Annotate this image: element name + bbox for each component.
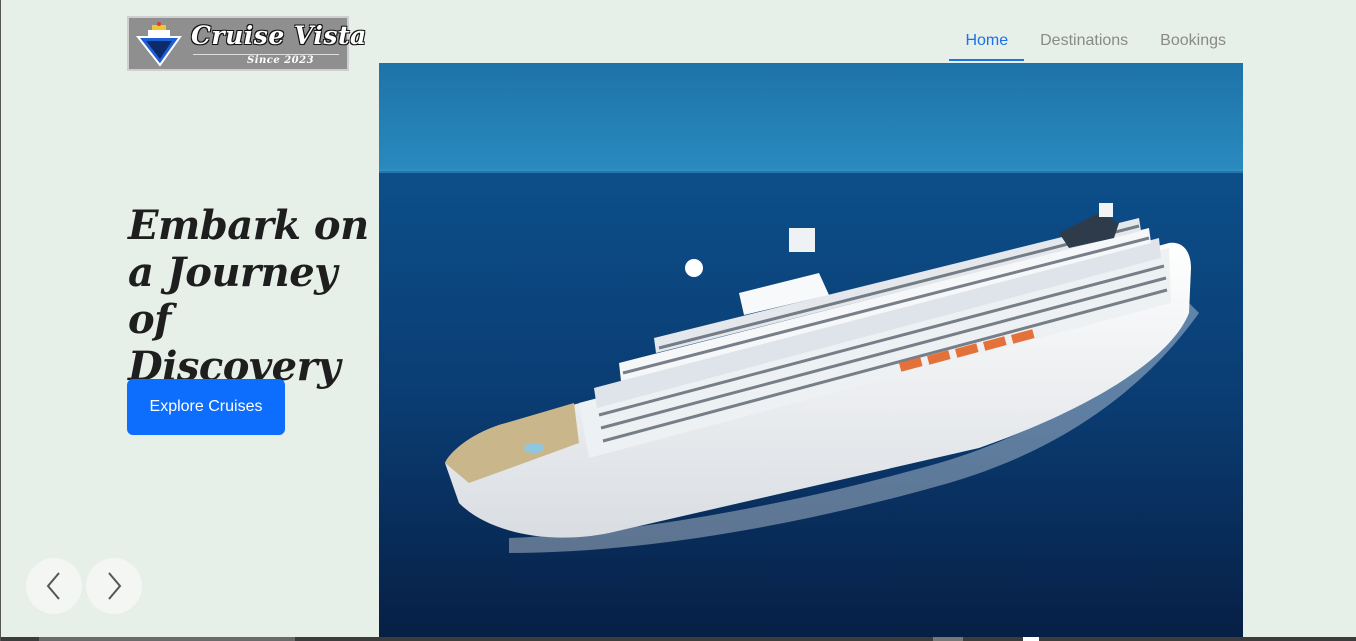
explore-cruises-button[interactable]: Explore Cruises [127,379,285,435]
carousel-prev-button[interactable] [26,558,82,614]
scrollbar-segment [39,637,295,641]
brand-name: Cruise Vista [191,21,367,50]
ship-emblem-icon [135,22,182,67]
main-nav: Home Destinations Bookings [949,22,1242,61]
brand-logo[interactable]: Cruise Vista Since 2023 [127,16,366,71]
nav-home[interactable]: Home [949,22,1025,61]
chevron-left-icon [46,572,60,600]
brand-tagline: Since 2023 [247,55,315,66]
carousel-next-button[interactable] [86,558,142,614]
nav-destinations[interactable]: Destinations [1024,22,1144,61]
hero-image [379,63,1243,638]
scrollbar-segment [1023,637,1039,641]
chevron-right-icon [108,572,122,600]
scrollbar-segment [933,637,963,641]
bottom-scrollbar [1,637,1356,641]
nav-bookings[interactable]: Bookings [1144,22,1242,61]
hero-title: Embark on a Journey of Discovery [128,202,369,390]
